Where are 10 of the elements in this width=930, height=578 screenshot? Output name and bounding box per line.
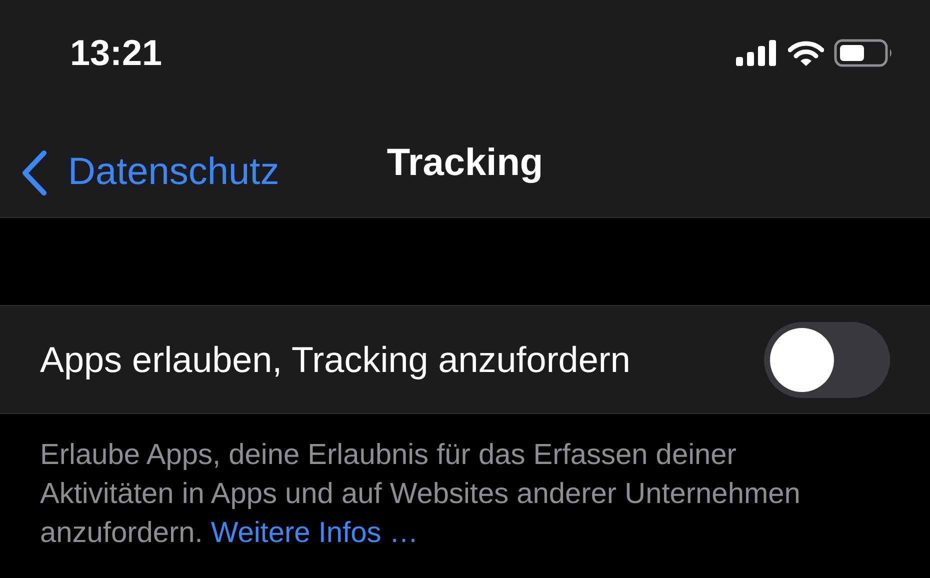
wifi-icon bbox=[788, 40, 824, 66]
footer-description: Erlaube Apps, deine Erlaubnis für das Erfassen deiner Aktivitäten in Apps und auf Websites anderer Unternehmen anzufordern. Weitere Infos … bbox=[39, 438, 802, 551]
more-info-link[interactable]: Weitere Infos … bbox=[210, 517, 418, 549]
setting-label: Apps erlauben, Tracking anzufordern bbox=[40, 338, 630, 382]
signal-icon bbox=[736, 40, 778, 66]
status-time: 13:21 bbox=[70, 31, 162, 75]
back-button[interactable]: Datenschutz bbox=[20, 144, 280, 201]
back-chevron-icon bbox=[20, 150, 48, 196]
battery-icon bbox=[834, 39, 894, 67]
page-title: Tracking bbox=[386, 141, 544, 186]
